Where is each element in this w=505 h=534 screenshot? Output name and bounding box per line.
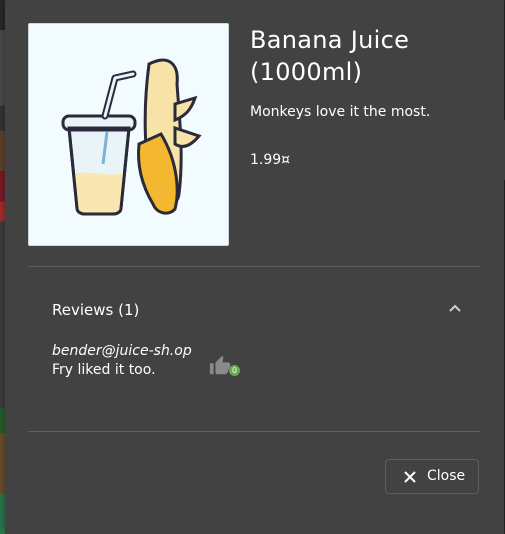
divider: [28, 266, 480, 267]
reviews-title: Reviews (1): [52, 301, 140, 319]
product-title: Banana Juice (1000ml): [250, 26, 410, 86]
product-image: [28, 23, 229, 246]
like-count-badge: 0: [229, 365, 240, 376]
product-price: 1.99¤: [250, 152, 291, 168]
close-label: Close: [427, 468, 466, 484]
chevron-up-icon: [449, 304, 461, 312]
like-review-button[interactable]: 0: [209, 355, 241, 381]
banana-juice-icon: [61, 58, 202, 216]
close-button[interactable]: Close: [385, 459, 479, 494]
divider: [28, 431, 480, 432]
close-icon: [404, 471, 416, 483]
reviews-expansion-header[interactable]: Reviews (1): [28, 283, 480, 337]
product-description: Monkeys love it the most.: [250, 104, 431, 120]
product-details-dialog: Banana Juice (1000ml) Monkeys love it th…: [5, 0, 504, 534]
thumb-up-icon: [209, 355, 231, 375]
